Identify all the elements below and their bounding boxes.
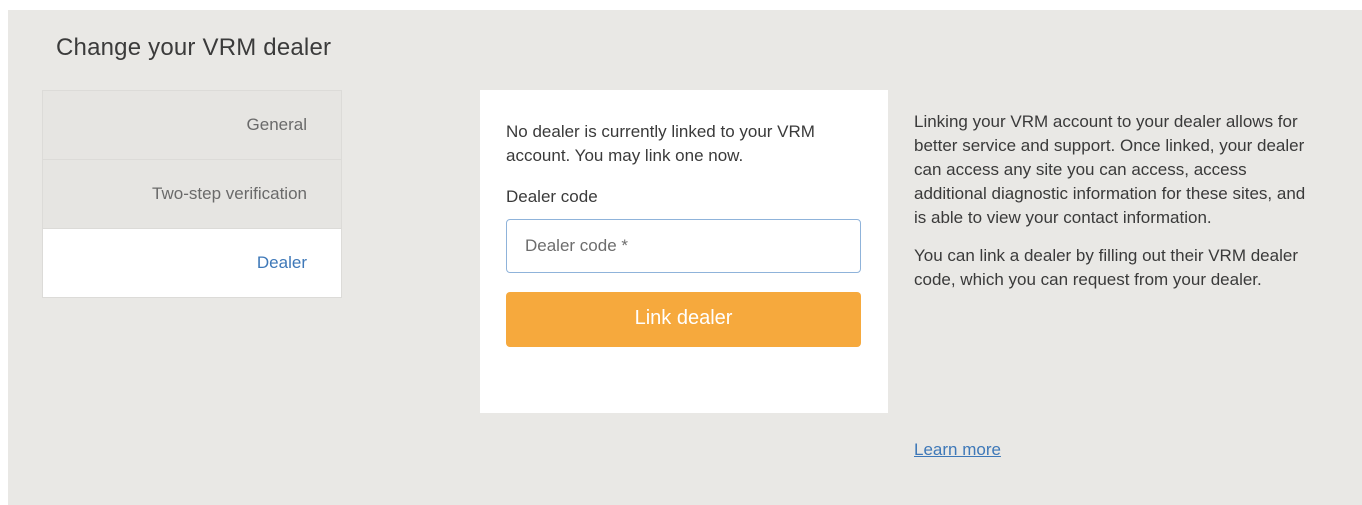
dealer-code-input-wrapper — [506, 219, 861, 273]
info-paragraph: Linking your VRM account to your dealer … — [914, 112, 1306, 227]
link-dealer-button[interactable]: Link dealer — [506, 292, 861, 347]
dealer-code-label: Dealer code — [506, 187, 598, 206]
page-title: Change your VRM dealer — [56, 34, 332, 61]
sidenav-item-label: Two-step verification — [152, 184, 307, 203]
settings-sidenav: General Two-step verification Dealer — [42, 90, 342, 298]
learn-more-link[interactable]: Learn more — [914, 440, 1001, 460]
info-paragraph: You can link a dealer by filling out the… — [914, 246, 1298, 289]
sidenav-item-two-step-verification[interactable]: Two-step verification — [43, 160, 341, 229]
no-dealer-message: No dealer is currently linked to your VR… — [506, 122, 815, 165]
sidenav-item-dealer[interactable]: Dealer — [43, 229, 341, 297]
dealer-code-input[interactable] — [507, 220, 860, 272]
dealer-link-card: No dealer is currently linked to your VR… — [480, 90, 888, 413]
page-container: Change your VRM dealer General Two-step … — [8, 10, 1362, 505]
sidenav-item-general[interactable]: General — [43, 91, 341, 160]
sidenav-item-label: General — [246, 115, 307, 134]
sidenav-item-label: Dealer — [256, 253, 307, 272]
dealer-info-text: Linking your VRM account to your dealer … — [914, 110, 1314, 306]
